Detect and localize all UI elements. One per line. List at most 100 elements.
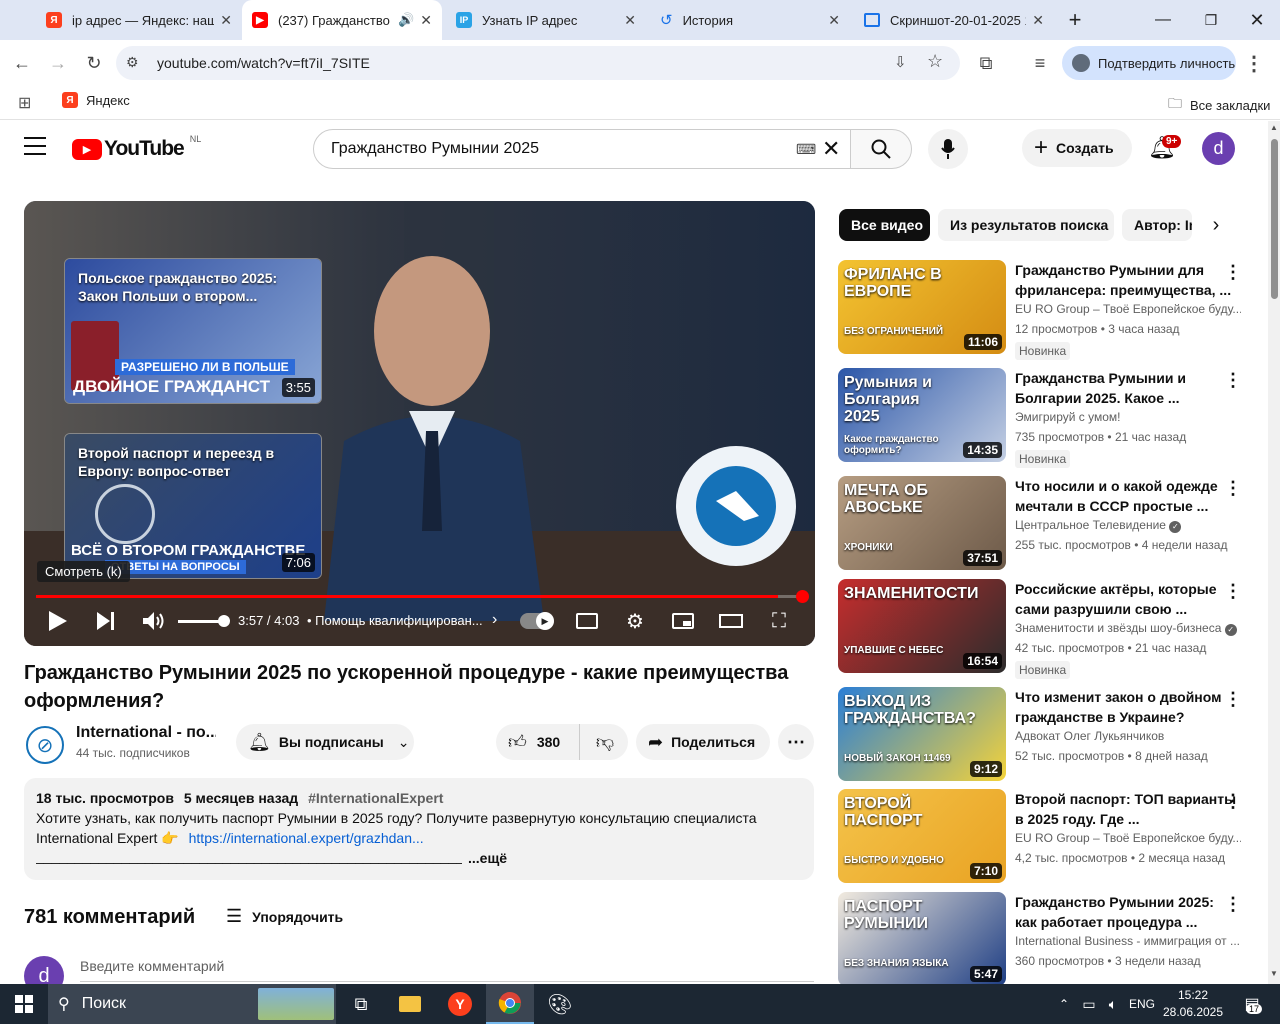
channel-name[interactable]: Адвокат Олег Лукьянчиков — [1015, 729, 1241, 743]
scrollbar-thumb[interactable] — [1271, 139, 1278, 299]
comment-input[interactable]: Введите комментарий — [80, 958, 814, 982]
description-box[interactable]: 18 тыс. просмотров 5 месяцев назад #Inte… — [24, 778, 814, 880]
close-icon[interactable]: ✕ — [624, 12, 636, 29]
chevron-right-icon[interactable]: › — [492, 611, 497, 629]
chip-all-videos[interactable]: Все видео — [839, 209, 930, 241]
close-icon[interactable]: ✕ — [828, 12, 840, 29]
theater-mode-button[interactable] — [714, 601, 748, 641]
fullscreen-button[interactable]: ⛶ — [762, 601, 796, 641]
search-button[interactable] — [850, 129, 912, 169]
chip-from-search[interactable]: Из результатов поиска — [938, 209, 1114, 241]
close-window-button[interactable]: ✕ — [1234, 0, 1280, 40]
youtube-logo[interactable]: ▶ YouTube NL — [72, 134, 201, 161]
apps-grid-icon[interactable]: ⊞ — [18, 93, 31, 113]
chrome-button[interactable] — [486, 984, 534, 1024]
recommended-video[interactable]: Румыния и Болгария 2025 Какое гражданство… — [838, 368, 1258, 468]
channel-name[interactable]: International - по... — [76, 724, 216, 742]
settings-button[interactable]: ⚙ — [618, 601, 652, 641]
minimize-button[interactable]: — — [1140, 0, 1186, 40]
profile-button[interactable]: Подтвердить личность — [1062, 46, 1236, 80]
video-thumbnail[interactable]: МЕЧТА ОБ АВОСЬКЕ ХРОНИКИ 37:51 — [838, 476, 1006, 570]
recommended-video[interactable]: ФРИЛАНС В ЕВРОПЕ БЕЗ ОГРАНИЧЕНИЙ 11:06 Граж… — [838, 260, 1258, 360]
more-vert-icon[interactable]: ⋮ — [1224, 689, 1242, 710]
hashtag-link[interactable]: #InternationalExpert — [308, 790, 443, 806]
like-button[interactable]: 👍︎ 380 — [496, 724, 580, 760]
recommended-video[interactable]: МЕЧТА ОБ АВОСЬКЕ ХРОНИКИ 37:51 Что носили и… — [838, 476, 1258, 572]
yandex-browser-button[interactable]: Y — [436, 984, 484, 1024]
back-button[interactable]: ← — [6, 47, 38, 79]
video-title[interactable]: Второй паспорт: ТОП варианты в 2025 году… — [1015, 789, 1239, 829]
sort-comments-button[interactable]: ☰ Упорядочить — [226, 906, 343, 927]
video-title[interactable]: Что носили и о какой одежде мечтали в СС… — [1015, 476, 1239, 516]
taskbar-search[interactable]: ⚲ Поиск — [48, 984, 336, 1024]
hamburger-menu-icon[interactable] — [24, 137, 46, 155]
recommended-video[interactable]: ПАСПОРТ РУМЫНИИ БЕЗ ЗНАНИЯ ЯЗЫКА 5:47 Гражд… — [838, 892, 1258, 988]
address-bar[interactable]: ⚙ youtube.com/watch?v=ft7iI_7SITE ⇩ ☆ — [116, 46, 960, 80]
close-icon[interactable]: ✕ — [420, 12, 432, 29]
video-thumbnail[interactable]: ФРИЛАНС В ЕВРОПЕ БЕЗ ОГРАНИЧЕНИЙ 11:06 — [838, 260, 1006, 354]
scroll-down-icon[interactable]: ▼ — [1270, 969, 1278, 978]
subtitles-button[interactable] — [570, 601, 604, 641]
show-more-link[interactable]: ...ещё — [468, 850, 507, 866]
speaker-icon[interactable]: 🔈︎ — [1102, 984, 1124, 1024]
recommended-video[interactable]: ВЫХОД ИЗ ГРАЖДАНСТВА? НОВЫЙ ЗАКОН 11469 9:… — [838, 687, 1258, 783]
dislike-button[interactable]: 👎︎ — [582, 724, 628, 760]
recommended-video[interactable]: ВТОРОЙ ПАСПОРТ БЫСТРО И УДОБНО 7:10 Второй … — [838, 789, 1258, 885]
create-button[interactable]: + Создать — [1022, 129, 1132, 167]
language-indicator[interactable]: ENG — [1126, 984, 1158, 1024]
more-vert-icon[interactable]: ⋮ — [1224, 478, 1242, 499]
channel-name[interactable]: Знаменитости и звёзды шоу-бизнеса ✓ — [1015, 621, 1241, 636]
explorer-button[interactable] — [386, 984, 434, 1024]
search-box[interactable]: Гражданство Румынии 2025 ⌨ ✕ — [313, 129, 851, 169]
more-vert-icon[interactable]: ⋮ — [1224, 791, 1242, 812]
scroll-up-icon[interactable]: ▲ — [1270, 123, 1278, 132]
keyboard-icon[interactable]: ⌨ — [796, 141, 816, 158]
tray-chevron-icon[interactable]: ⌃ — [1054, 984, 1074, 1024]
miniplayer-button[interactable] — [666, 601, 700, 641]
task-view-button[interactable]: ⧉ — [338, 984, 384, 1024]
channel-name[interactable]: Центральное Телевидение ✓ — [1015, 518, 1241, 533]
video-title[interactable]: Гражданство Румынии для фрилансера: преи… — [1015, 260, 1239, 300]
paint-button[interactable]: 🎨︎ — [536, 984, 584, 1024]
url-text[interactable]: youtube.com/watch?v=ft7iI_7SITE — [157, 55, 370, 71]
play-button[interactable] — [40, 601, 76, 641]
network-icon[interactable]: ▭ — [1078, 984, 1100, 1024]
site-info-icon[interactable]: ⚙ — [126, 54, 139, 71]
extensions-icon[interactable]: ⧉ — [970, 47, 1002, 79]
chip-author[interactable]: Автор: In — [1122, 209, 1192, 241]
start-button[interactable] — [0, 984, 48, 1024]
end-card-video[interactable]: Польское гражданство 2025: Закон Польши … — [64, 258, 322, 404]
video-title[interactable]: Гражданства Румынии и Болгарии 2025. Как… — [1015, 368, 1239, 408]
chapter-title[interactable]: • Помощь квалифицирован... — [307, 613, 487, 628]
channel-name[interactable]: EU RO Group – Твоё Европейское буду... — [1015, 831, 1241, 845]
bookmark-yandex[interactable]: Я Яндекс — [62, 92, 130, 108]
video-thumbnail[interactable]: Румыния и Болгария 2025 Какое гражданство… — [838, 368, 1006, 462]
menu-icon[interactable]: ⋮ — [1238, 47, 1270, 79]
channel-name[interactable]: EU RO Group – Твоё Европейское буду... — [1015, 302, 1241, 316]
more-vert-icon[interactable]: ⋮ — [1224, 894, 1242, 915]
video-thumbnail[interactable]: ВЫХОД ИЗ ГРАЖДАНСТВА? НОВЫЙ ЗАКОН 11469 9:… — [838, 687, 1006, 781]
video-thumbnail[interactable]: ПАСПОРТ РУМЫНИИ БЕЗ ЗНАНИЯ ЯЗЫКА 5:47 — [838, 892, 1006, 986]
autoplay-toggle[interactable]: ▶ — [520, 612, 554, 630]
video-title[interactable]: Что изменит закон о двойном гражданстве … — [1015, 687, 1239, 727]
tab-history[interactable]: ↺ История ✕ — [650, 0, 850, 40]
video-player[interactable]: Польское гражданство 2025: Закон Польши … — [24, 201, 815, 646]
chevron-right-icon[interactable]: › — [1196, 209, 1236, 241]
volume-handle[interactable] — [218, 615, 230, 627]
mute-button[interactable] — [136, 601, 172, 641]
clock[interactable]: 15:22 28.06.2025 — [1160, 987, 1226, 1021]
more-actions-button[interactable]: ⋯ — [778, 724, 814, 760]
speaker-icon[interactable]: 🔊 — [398, 12, 414, 28]
subscribed-button[interactable]: 🔔︎ Вы подписаны ⌄ — [236, 724, 414, 760]
recommended-video[interactable]: ЗНАМЕНИТОСТИ УПАВШИЕ С НЕБЕС 16:54 Российск… — [838, 579, 1258, 679]
tab-ip[interactable]: IP Узнать IP адрес ✕ — [446, 0, 646, 40]
progress-bar[interactable] — [36, 595, 803, 598]
video-title[interactable]: Гражданство Румынии 2025: как работает п… — [1015, 892, 1239, 932]
video-title[interactable]: Российские актёры, которые сами разрушил… — [1015, 579, 1239, 619]
more-vert-icon[interactable]: ⋮ — [1224, 581, 1242, 602]
close-icon[interactable]: ✕ — [1032, 12, 1044, 29]
end-card-video[interactable]: Второй паспорт и переезд в Европу: вопро… — [64, 433, 322, 579]
more-vert-icon[interactable]: ⋮ — [1224, 370, 1242, 391]
all-bookmarks[interactable]: 🗀 Все закладки — [1168, 93, 1270, 117]
tab-screenshot[interactable]: Скриншот-20-01-2025 1 ✕ — [854, 0, 1054, 40]
